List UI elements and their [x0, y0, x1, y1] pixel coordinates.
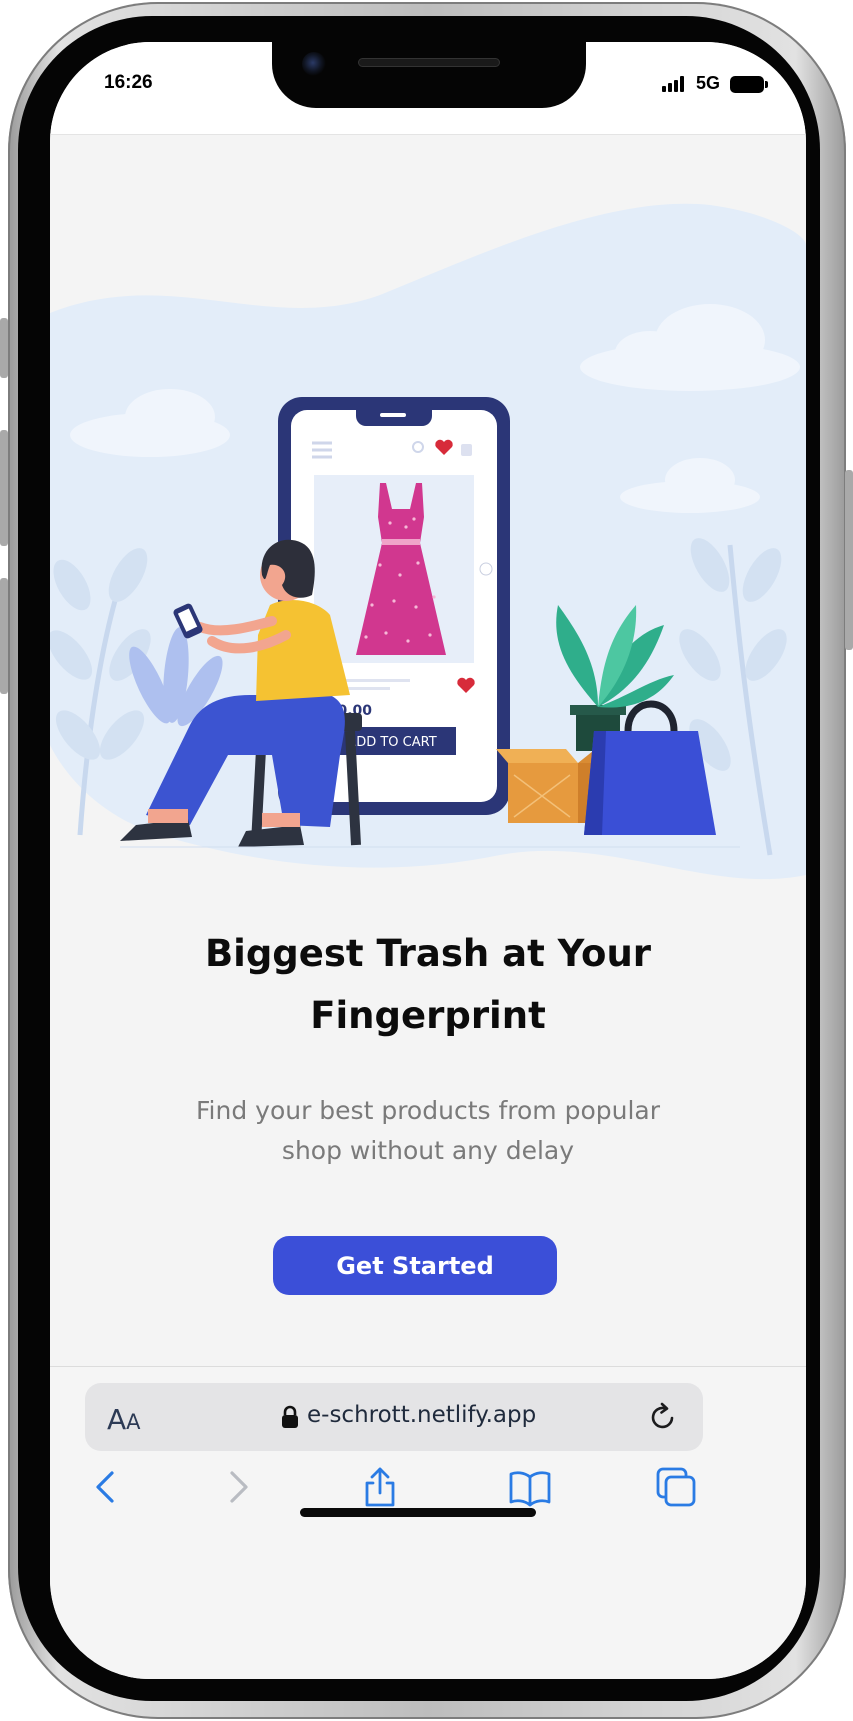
subtitle-line-1: Find your best products from popular [195, 1096, 661, 1125]
add-to-cart-graphic-label: ADD TO CART [347, 735, 436, 750]
text-size-button[interactable]: AA [107, 1403, 141, 1436]
share-icon [365, 1467, 395, 1507]
chevron-left-icon [96, 1471, 114, 1503]
phone-bag-icon [461, 444, 472, 456]
page-headline: Biggest Trash at Your Fingerprint [50, 923, 806, 1047]
tabs-button[interactable] [654, 1465, 698, 1509]
reload-icon[interactable] [647, 1401, 679, 1433]
book-icon [509, 1471, 551, 1507]
network-type-label: 5G [696, 73, 721, 93]
hero-illustration: $20.00 ADD TO CART [50, 203, 806, 880]
url-text[interactable]: e-schrott.netlify.app [307, 1402, 536, 1428]
carousel-next-icon [479, 562, 493, 576]
home-indicator[interactable] [300, 1508, 536, 1517]
battery-icon [730, 76, 768, 93]
web-page: $20.00 ADD TO CART Biggest Trash at Your… [50, 134, 806, 1366]
earpiece-speaker [358, 58, 500, 67]
chevron-right-icon [230, 1471, 248, 1503]
power-button [845, 470, 853, 650]
volume-up-button [0, 430, 8, 546]
front-camera-icon [302, 52, 326, 76]
address-bar[interactable]: AA e-schrott.netlify.app [85, 1383, 703, 1451]
signal-strength-icon [662, 76, 688, 92]
volume-down-button [0, 578, 8, 694]
bookmarks-button[interactable] [508, 1465, 552, 1509]
forward-button[interactable] [216, 1465, 260, 1509]
tabs-icon [656, 1467, 696, 1507]
subtitle-line-2: shop without any delay [281, 1136, 575, 1165]
share-button[interactable] [358, 1465, 402, 1509]
page-subtitle: Find your best products from popular sho… [140, 1091, 716, 1171]
aa-icon: A [107, 1403, 127, 1436]
mute-switch [0, 318, 8, 378]
notch [272, 42, 586, 108]
browser-toolbar: AA e-schrott.netlify.app [50, 1366, 806, 1679]
phone-screen: 16:26 5G $20.00 ADD TO CART Biggest Tras… [50, 42, 806, 1679]
back-button[interactable] [84, 1465, 128, 1509]
lock-icon [282, 1405, 298, 1428]
headline-line-2: Fingerprint [310, 994, 546, 1037]
get-started-button[interactable]: Get Started [273, 1236, 557, 1295]
headline-line-1: Biggest Trash at Your [204, 932, 652, 975]
status-time: 16:26 [104, 72, 153, 93]
